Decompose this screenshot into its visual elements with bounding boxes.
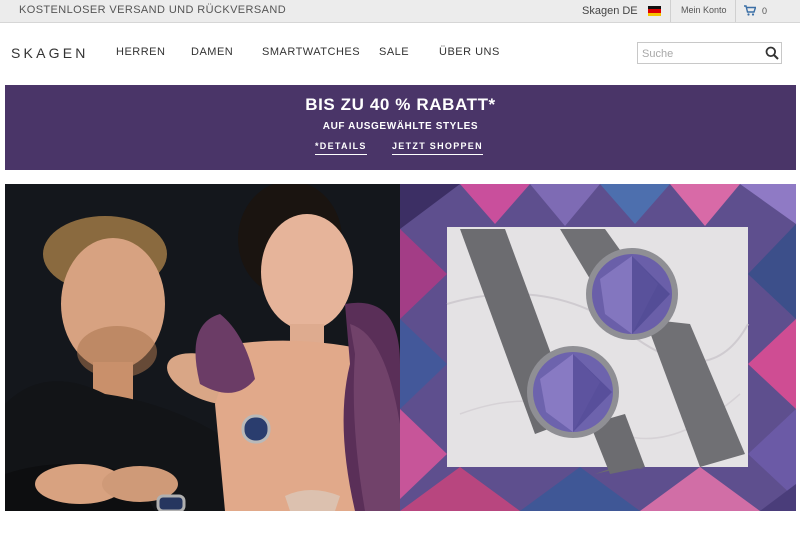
- nav-damen[interactable]: DAMEN: [191, 46, 233, 58]
- my-account-link[interactable]: Mein Konto: [681, 5, 727, 15]
- details-link[interactable]: *DETAILS: [315, 141, 367, 155]
- divider: [670, 0, 671, 22]
- nav-ueber-uns[interactable]: ÜBER UNS: [439, 46, 500, 58]
- shipping-promo-text: KOSTENLOSER VERSAND UND RÜCKVERSAND: [19, 4, 287, 16]
- nav-sale[interactable]: SALE: [379, 46, 409, 58]
- skagen-logo[interactable]: SKAGEN: [11, 45, 89, 61]
- cart-icon[interactable]: [744, 5, 756, 16]
- divider: [735, 0, 736, 22]
- banner-subline: AUF AUSGEWÄHLTE STYLES: [322, 121, 479, 132]
- search-box: [637, 42, 782, 64]
- sale-banner[interactable]: BIS ZU 40 % RABATT* AUF AUSGEWÄHLTE STYL…: [5, 85, 796, 170]
- utility-bar: KOSTENLOSER VERSAND UND RÜCKVERSAND Skag…: [0, 0, 800, 23]
- region-selector[interactable]: Skagen DE: [582, 5, 638, 17]
- banner-headline: BIS ZU 40 % RABATT*: [305, 95, 496, 114]
- hero-couple-image[interactable]: [5, 184, 400, 511]
- cart-count[interactable]: 0: [762, 6, 767, 16]
- search-input[interactable]: [642, 46, 760, 61]
- site-header: SKAGEN HERREN DAMEN SMARTWATCHES SALE ÜB…: [0, 23, 800, 85]
- shop-now-link[interactable]: JETZT SHOPPEN: [392, 141, 483, 155]
- nav-smartwatches[interactable]: SMARTWATCHES: [262, 46, 360, 58]
- hero-watches-image[interactable]: [400, 184, 796, 511]
- search-icon[interactable]: [765, 46, 779, 60]
- germany-flag-icon[interactable]: [648, 6, 661, 16]
- nav-herren[interactable]: HERREN: [116, 46, 165, 58]
